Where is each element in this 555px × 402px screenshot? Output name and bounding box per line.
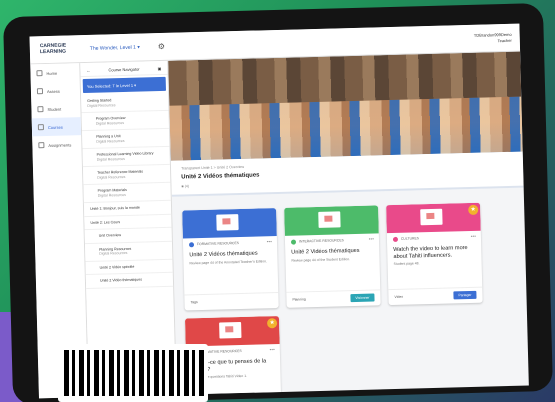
tree-item-title: Professional Learning Video Library	[96, 151, 154, 157]
user-role: Teacher	[497, 37, 512, 44]
card-thumbnail	[182, 208, 277, 239]
card-footer: Tags	[184, 292, 279, 311]
tree-item-title: Unit Overview	[98, 233, 122, 238]
tree-item[interactable]: Program Materials Digital Resources	[83, 182, 171, 204]
logo-line2: LEARNING	[39, 48, 67, 56]
tree-item[interactable]: Planning Resources Digital Resources	[84, 241, 173, 262]
assess-icon	[36, 88, 44, 95]
qr-pattern	[64, 350, 204, 396]
tree-item-title: Unité 1: Bonjour, suis la monde	[90, 205, 140, 211]
page-title: Unité 2 Vidéos thématiques	[181, 172, 260, 181]
tree-item[interactable]: Teacher Reference Materials Digital Resou…	[82, 164, 171, 186]
tree-item-title: Unité 2 Vidéo thématiques	[99, 277, 143, 283]
tree-item-title: Teacher Reference Materials	[97, 169, 144, 175]
card-action-button[interactable]: Visionner	[350, 293, 375, 303]
card-thumbnail	[184, 316, 280, 347]
tree-item-title: Program Materials	[97, 187, 127, 193]
navigator-tree: Getting Started Digital Resources Program …	[81, 92, 174, 289]
course-select[interactable]: The Wonder, Level 1 ▾	[90, 45, 140, 52]
nav-item-label: Assess	[46, 88, 60, 95]
tree-item-title: Getting Started	[87, 98, 112, 103]
nav-item-label: Home	[46, 70, 58, 77]
card-thumbnail	[284, 205, 379, 236]
gear-icon[interactable]: ⚙	[158, 42, 165, 51]
logo[interactable]: CARNEGIE LEARNING	[40, 42, 67, 55]
tree-item[interactable]: Program Overview Digital Resources	[81, 110, 169, 132]
courses-icon	[37, 124, 44, 131]
tree-item-title: Unité 2: Les Cours	[90, 219, 121, 225]
document-icon	[318, 211, 341, 228]
hero-crowd	[169, 96, 523, 161]
card-footer-label[interactable]: Tags	[190, 300, 197, 304]
collapse-icon[interactable]: ▣	[158, 66, 162, 71]
card-footer: Video Partager	[388, 286, 483, 306]
card-footer: Planning Visionner	[286, 289, 381, 308]
tree-item[interactable]: Unité 2 Vidéo thématiques	[85, 272, 174, 289]
more-icon[interactable]: •••	[471, 234, 476, 240]
unit-select[interactable]: You Selected: T le Level 1 ▾	[82, 76, 167, 94]
tree-item-title: Program Overview	[95, 115, 126, 121]
resource-card[interactable]: FORMATIVE RESOURCES ••• Unité 2 Vidéos thé…	[182, 208, 279, 311]
nav-item-courses[interactable]: Courses	[31, 117, 82, 137]
student-icon	[37, 106, 44, 113]
tree-item-title: Planning a Unit	[96, 134, 121, 139]
nav-item-assignments[interactable]: Assignments	[32, 135, 81, 154]
user-menu[interactable]: TDBrandon999Demo Teacher	[474, 32, 512, 45]
more-icon[interactable]: •••	[269, 347, 274, 353]
tree-item[interactable]: Getting Started Digital Resources	[81, 92, 169, 114]
page-subtitle: ■ (4)	[181, 184, 190, 189]
nav-item-student[interactable]: Student	[31, 99, 80, 118]
home-icon	[36, 70, 43, 77]
card-action-button[interactable]: Partager	[453, 290, 477, 300]
nav-item-label: Assignments	[48, 142, 72, 148]
document-icon	[219, 322, 242, 339]
qr-code	[58, 344, 208, 402]
card-title: Watch the video to learn more about Tahi…	[393, 245, 468, 260]
document-icon	[216, 214, 239, 231]
tree-item[interactable]: Professional Learning Video Library Digit…	[82, 146, 170, 168]
nav-item-assess[interactable]: Assess	[31, 81, 80, 100]
screen: CARNEGIE LEARNING The Wonder, Level 1 ▾ …	[29, 23, 529, 399]
navigator-title: Course Navigator	[108, 66, 140, 73]
more-icon[interactable]: •••	[267, 239, 272, 245]
tree-item-sub: Digital Resources	[99, 250, 128, 256]
more-icon[interactable]: •••	[369, 237, 374, 243]
resource-card[interactable]: INTERACTIVE RESOURCES ••• Unité 2 Vidéos t…	[284, 205, 381, 308]
tree-item-title: Unité 2 Vidéo spécifié	[99, 264, 135, 270]
card-footer-label[interactable]: Planning	[292, 297, 305, 301]
nav-item-home[interactable]: Home	[30, 63, 79, 82]
tablet-frame: CARNEGIE LEARNING The Wonder, Level 1 ▾ …	[3, 2, 553, 402]
resource-card[interactable]: CULTURES ••• Watch the video to learn more…	[386, 202, 483, 306]
main-content: Transparent Unité 1 > Unité 2 Overview U…	[168, 51, 529, 395]
tree-item[interactable]: Planning a Unit Digital Resources	[82, 128, 170, 150]
navigator-header: ← Course Navigator ▣	[80, 60, 168, 78]
hero-image	[168, 51, 523, 161]
card-footer-label[interactable]: Video	[394, 295, 403, 299]
back-icon[interactable]: ←	[86, 68, 90, 73]
nav-item-label: Courses	[47, 124, 63, 130]
breadcrumb[interactable]: Transparent Unité 1 > Unité 2 Overview	[181, 165, 244, 171]
assignments-icon	[38, 142, 45, 149]
card-thumbnail	[386, 202, 481, 234]
document-icon	[420, 208, 443, 226]
nav-item-label: Student	[47, 106, 62, 113]
